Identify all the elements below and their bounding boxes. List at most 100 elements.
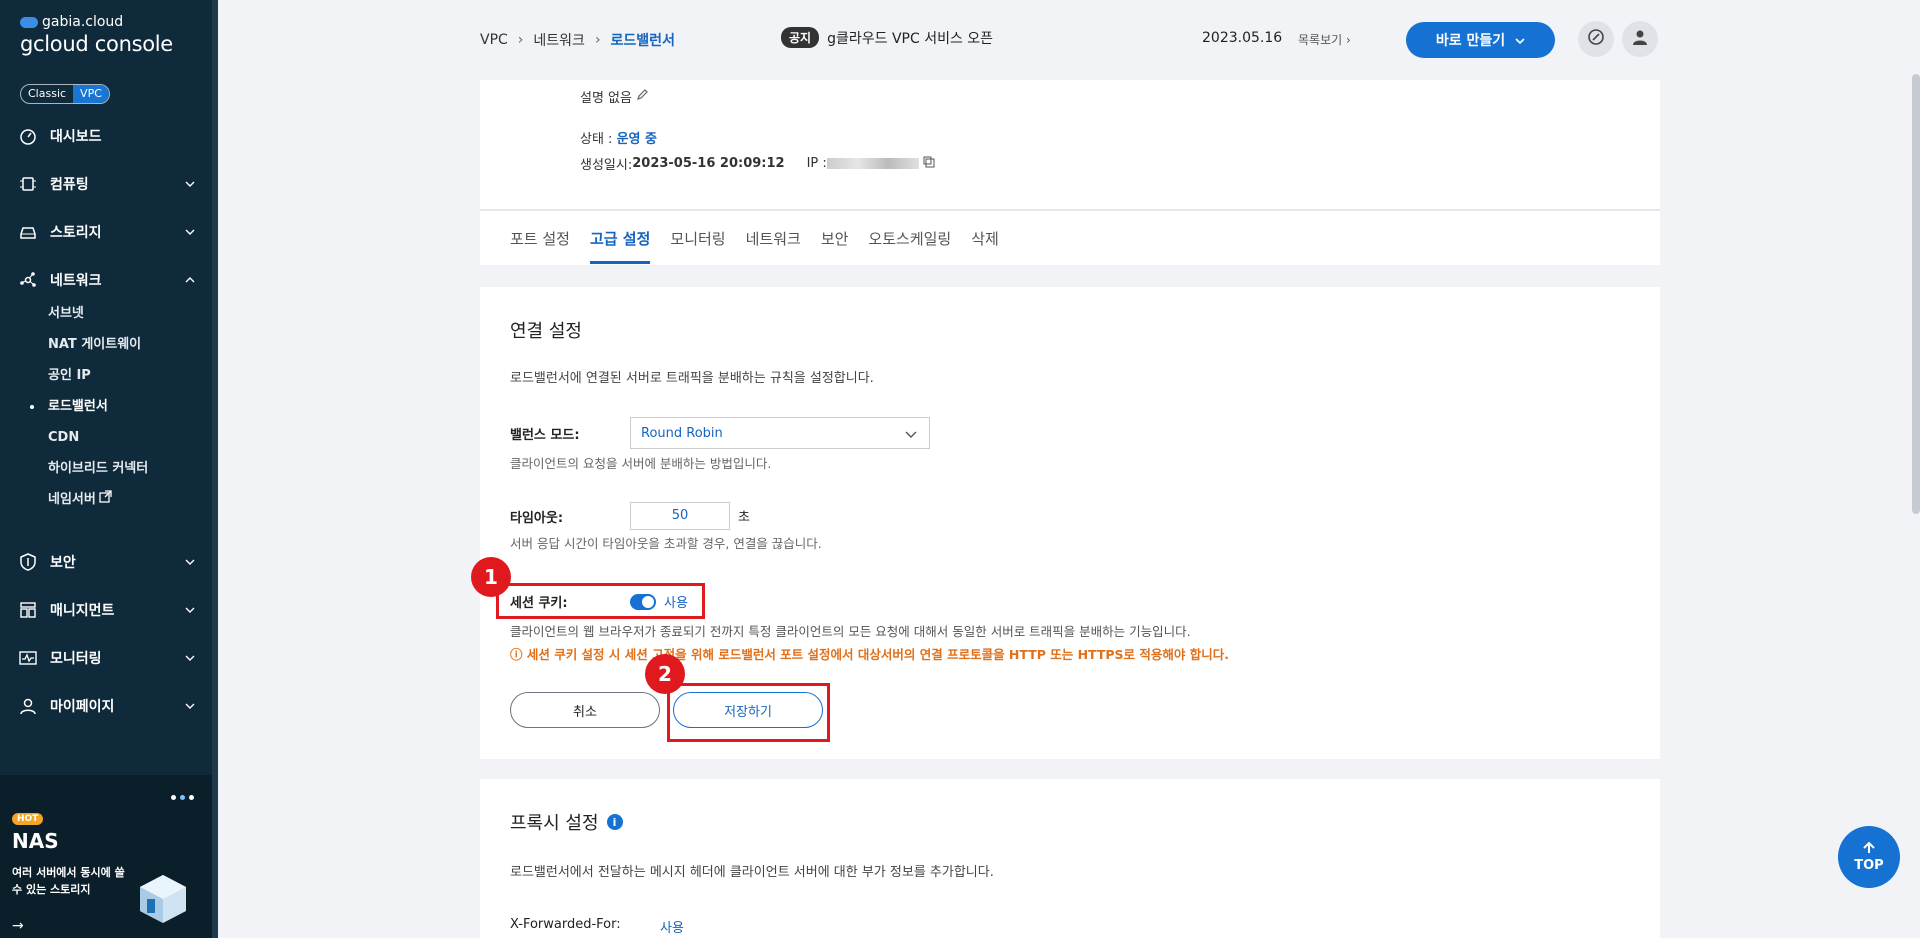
step-badge-1: 1 (471, 557, 511, 597)
breadcrumb-network[interactable]: 네트워크 (533, 30, 585, 50)
management-icon (18, 600, 38, 620)
sidebar-subitem-hybrid-connector[interactable]: 하이브리드 커넥터 (48, 457, 148, 481)
toggle-classic[interactable]: Classic (21, 85, 73, 103)
sidebar-item-management[interactable]: 매니지먼트 (18, 596, 196, 624)
chip-icon (18, 174, 38, 194)
list-view-link[interactable]: 목록보기 › (1298, 31, 1351, 48)
balance-mode-label: 밸런스 모드: (510, 428, 580, 443)
chevron-down-icon (184, 604, 196, 616)
promo-title: NAS (12, 829, 59, 853)
notice-bar[interactable]: 공지 g클라우드 VPC 서비스 오픈 (781, 27, 993, 48)
info-icon[interactable]: i (606, 814, 623, 830)
sidebar-item-label: 네트워크 (50, 273, 102, 289)
timeout-label: 타임아웃: (510, 511, 564, 526)
sidebar-item-monitoring[interactable]: 모니터링 (18, 644, 196, 672)
top-header: VPC › 네트워크 › 로드밸런서 공지 g클라우드 VPC 서비스 오픈 2… (218, 0, 1920, 80)
tab-autoscaling[interactable]: 오토스케일링 (868, 228, 951, 264)
breadcrumb-vpc[interactable]: VPC (480, 32, 508, 48)
carousel-dots[interactable] (171, 795, 194, 800)
detail-tabs: 포트 설정 고급 설정 모니터링 네트워크 보안 오토스케일링 삭제 (510, 228, 999, 264)
proxy-settings-card: 프록시 설정 i 로드밸런서에서 전달하는 메시지 헤더에 클라이언트 서버에 … (480, 779, 1660, 938)
user-icon (1631, 28, 1649, 50)
chevron-down-icon (184, 556, 196, 568)
balance-mode-select[interactable]: Round Robin (630, 417, 930, 449)
cancel-button[interactable]: 취소 (510, 692, 660, 728)
quick-create-button[interactable]: 바로 만들기 (1406, 22, 1555, 58)
logo[interactable]: gabia.cloud gcloud console (20, 14, 173, 56)
tab-port-settings[interactable]: 포트 설정 (510, 228, 570, 264)
chevron-right-icon: › (517, 32, 524, 48)
pencil-icon[interactable] (636, 88, 649, 105)
toggle-vpc[interactable]: VPC (73, 85, 109, 103)
feedback-button[interactable] (1578, 21, 1614, 57)
highlight-save-button (667, 683, 830, 742)
sidebar-item-label: 대시보드 (50, 129, 102, 145)
logo-title: gcloud console (20, 32, 173, 56)
sidebar-subitem-load-balancer[interactable]: 로드밸런서 (48, 395, 108, 419)
promo-banner[interactable]: HOT NAS 여러 서버에서 동시에 쓸 수 있는 스토리지 → (0, 775, 212, 938)
hot-badge: HOT (12, 813, 44, 825)
carousel-dot[interactable] (171, 795, 176, 800)
status-row: 상태 : 운영 중 (580, 128, 657, 147)
scroll-top-button[interactable]: TOP (1838, 826, 1900, 888)
profile-button[interactable] (1622, 21, 1658, 57)
sidebar-item-mypage[interactable]: 마이페이지 (18, 692, 196, 720)
chevron-right-icon: › (1346, 33, 1351, 47)
active-bullet (30, 405, 34, 409)
main-scrollbar[interactable] (1912, 74, 1920, 514)
carousel-dot[interactable] (189, 795, 194, 800)
tab-advanced-settings[interactable]: 고급 설정 (589, 228, 651, 264)
status-value: 운영 중 (616, 132, 657, 147)
scroll-top-label: TOP (1854, 857, 1884, 873)
sidebar-item-dashboard[interactable]: 대시보드 (18, 122, 196, 150)
tab-delete[interactable]: 삭제 (971, 228, 999, 264)
notice-badge: 공지 (781, 27, 820, 48)
sidebar-item-security[interactable]: 보안 (18, 548, 196, 576)
sidebar-item-label: 스토리지 (50, 225, 102, 241)
ip-label: IP : (806, 156, 827, 171)
copy-icon[interactable] (923, 156, 935, 172)
created-value: 2023-05-16 20:09:12 (632, 156, 785, 171)
created-label: 생성일시: (580, 158, 633, 173)
xff-label: X-Forwarded-For: (510, 917, 621, 932)
sidebar-subitem-subnet[interactable]: 서브넷 (48, 302, 84, 326)
highlight-session-cookie (496, 583, 705, 619)
proxy-title-row: 프록시 설정 i (510, 809, 623, 835)
sidebar-subitem-cdn[interactable]: CDN (48, 426, 79, 450)
tab-security[interactable]: 보안 (821, 228, 849, 264)
monitor-icon (18, 648, 38, 668)
sidebar-item-network[interactable]: 네트워크 (18, 266, 196, 294)
quick-create-label: 바로 만들기 (1435, 33, 1506, 49)
arrow-right-icon[interactable]: → (12, 918, 24, 934)
tab-monitoring[interactable]: 모니터링 (670, 228, 725, 264)
ip-value-blurred (826, 158, 919, 169)
status-label: 상태 : (580, 132, 617, 147)
promo-desc: 여러 서버에서 동시에 쓸 수 있는 스토리지 (12, 866, 125, 896)
balance-mode-hint: 클라이언트의 요청을 서버에 분배하는 방법입니다. (510, 456, 772, 471)
created-row: 생성일시: 2023-05-16 20:09:12 IP : (580, 154, 935, 173)
section-title: 연결 설정 (510, 321, 582, 342)
sidebar-subitem-nat-gateway[interactable]: NAT 게이트웨이 (48, 333, 141, 357)
sidebar-item-label: 컴퓨팅 (50, 177, 89, 193)
sidebar-item-label: 모니터링 (50, 651, 102, 667)
session-cookie-hint: 클라이언트의 웹 브라우저가 종료되기 전까지 특정 클라이언트의 모든 요청에… (510, 624, 1191, 639)
notice-text[interactable]: g클라우드 VPC 서비스 오픈 (827, 28, 993, 48)
tab-network[interactable]: 네트워크 (746, 228, 801, 264)
xff-value: 사용 (660, 921, 684, 936)
chevron-right-icon: › (594, 32, 601, 48)
version-toggle[interactable]: Classic VPC (20, 84, 110, 104)
network-icon (18, 270, 38, 290)
sidebar-subitem-public-ip[interactable]: 공인 IP (48, 364, 91, 388)
breadcrumb: VPC › 네트워크 › 로드밸런서 (480, 30, 675, 50)
sidebar-item-computing[interactable]: 컴퓨팅 (18, 170, 196, 198)
storage-icon (18, 222, 38, 242)
chevron-down-icon (905, 428, 917, 443)
sidebar-subitem-nameserver[interactable]: 네임서버 (48, 488, 112, 512)
timeout-input[interactable]: 50 (630, 502, 730, 530)
carousel-dot[interactable] (180, 795, 185, 800)
sidebar-scrollbar[interactable] (212, 0, 218, 938)
sidebar-item-storage[interactable]: 스토리지 (18, 218, 196, 246)
load-balancer-summary: 설명 없음 상태 : 운영 중 생성일시: 2023-05-16 20:09:1… (480, 80, 1660, 265)
chat-icon (1587, 28, 1605, 50)
chevron-down-icon (184, 178, 196, 190)
